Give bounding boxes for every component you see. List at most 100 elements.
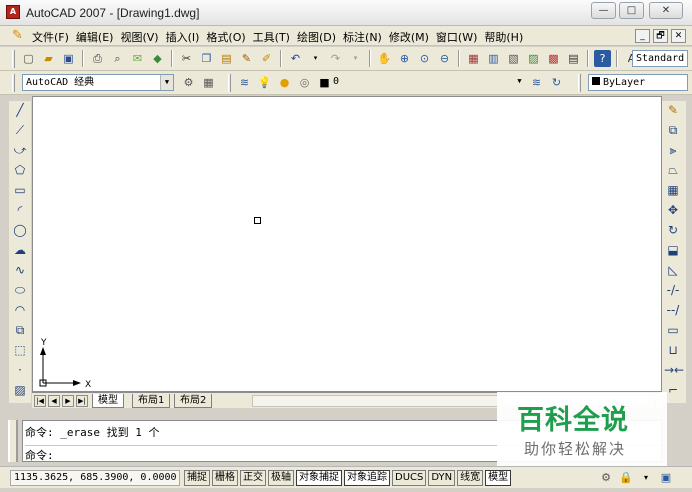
layer-on-icon[interactable]: 💡 — [256, 74, 273, 91]
spline-icon[interactable]: ∿ — [11, 261, 29, 279]
hatch-icon[interactable]: ▨ — [11, 381, 29, 399]
arc-icon[interactable]: ◜ — [11, 201, 29, 219]
make-object-layer-current-icon[interactable]: ≋ — [528, 74, 545, 91]
text-style-select[interactable]: Standard — [632, 50, 688, 67]
clean-screen-icon[interactable]: ▣ — [658, 470, 674, 486]
menu-tools[interactable]: 工具(T) — [253, 29, 297, 45]
break-at-point-icon[interactable]: ▭ — [664, 321, 682, 339]
cut-icon[interactable]: ✂ — [178, 50, 195, 67]
app-logo-icon[interactable]: A — [6, 5, 20, 19]
break-icon[interactable]: ⊔ — [664, 341, 682, 359]
toggle-polar[interactable]: 极轴 — [268, 470, 294, 486]
rotate-icon[interactable]: ↻ — [664, 221, 682, 239]
block-editor-icon[interactable]: ✐ — [258, 50, 275, 67]
help-icon[interactable]: ? — [594, 50, 611, 67]
title-bar[interactable]: A AutoCAD 2007 - [Drawing1.dwg] — □ ✕ — [0, 0, 692, 26]
toggle-model-space[interactable]: 模型 — [485, 470, 512, 486]
menu-view[interactable]: 视图(V) — [120, 29, 165, 45]
properties-icon[interactable]: ▦ — [465, 50, 482, 67]
move-icon[interactable]: ✥ — [664, 201, 682, 219]
revision-cloud-icon[interactable]: ☁ — [11, 241, 29, 259]
pan-icon[interactable]: ✋ — [376, 50, 393, 67]
doc-minimize-button[interactable]: _ — [635, 29, 650, 43]
menu-modify[interactable]: 修改(M) — [389, 29, 436, 45]
chevron-down-icon[interactable]: ▾ — [307, 50, 324, 67]
stretch-icon[interactable]: ◺ — [664, 261, 682, 279]
layer-previous-icon[interactable]: ↻ — [548, 74, 565, 91]
toggle-lineweight[interactable]: 线宽 — [457, 470, 484, 486]
chevron-down-icon[interactable]: ▾ — [638, 470, 654, 486]
toolbar-grip[interactable] — [228, 74, 231, 92]
chevron-down-icon[interactable]: ▼ — [513, 74, 526, 89]
polygon-icon[interactable]: ⬠ — [11, 161, 29, 179]
doc-restore-button[interactable]: 🗗 — [653, 29, 668, 43]
match-properties-icon[interactable]: ✎ — [238, 50, 255, 67]
menu-edit[interactable]: 编辑(E) — [76, 29, 121, 45]
last-tab-button[interactable]: ▶| — [76, 395, 88, 407]
print-preview-icon[interactable]: ⌕ — [109, 50, 126, 67]
toggle-ortho[interactable]: 正交 — [240, 470, 266, 486]
communication-center-icon[interactable]: ⚙ — [598, 470, 614, 486]
open-file-icon[interactable]: ▰ — [40, 50, 57, 67]
construction-line-icon[interactable]: ⟋ — [11, 121, 29, 139]
mirror-icon[interactable]: ⫸ — [664, 141, 682, 159]
sheet-set-icon[interactable]: ▨ — [525, 50, 542, 67]
ellipse-icon[interactable]: ⬭ — [11, 281, 29, 299]
menu-file[interactable]: 文件(F) — [32, 29, 76, 45]
tool-palettes-icon[interactable]: ▧ — [505, 50, 522, 67]
close-button[interactable]: ✕ — [649, 2, 683, 19]
circle-icon[interactable]: ◯ — [11, 221, 29, 239]
menu-insert[interactable]: 插入(I) — [166, 29, 207, 45]
toolbar-grip[interactable] — [578, 74, 581, 92]
chevron-down-icon[interactable]: ▼ — [160, 75, 173, 90]
rectangle-icon[interactable]: ▭ — [11, 181, 29, 199]
maximize-button[interactable]: □ — [619, 2, 644, 19]
doc-close-button[interactable]: ✕ — [671, 29, 686, 43]
offset-icon[interactable]: ⏢ — [664, 161, 682, 179]
workspace-select[interactable]: AutoCAD 经典 ▼ — [22, 74, 174, 91]
line-icon[interactable]: ╱ — [11, 101, 29, 119]
toolbar-grip[interactable] — [12, 74, 15, 92]
toolbar-grip[interactable] — [12, 50, 15, 68]
design-center-icon[interactable]: ▥ — [485, 50, 502, 67]
tab-model[interactable]: 模型 — [92, 394, 124, 408]
join-icon[interactable]: →← — [664, 361, 684, 379]
polyline-icon[interactable]: ⤻ — [11, 141, 29, 159]
scale-icon[interactable]: ⬓ — [664, 241, 682, 259]
undo-icon[interactable]: ↶ — [287, 50, 304, 67]
publish-icon[interactable]: ✉ — [129, 50, 146, 67]
menu-dimension[interactable]: 标注(N) — [343, 29, 389, 45]
menu-draw[interactable]: 绘图(D) — [297, 29, 343, 45]
markup-icon[interactable]: ▩ — [545, 50, 562, 67]
extend-icon[interactable]: --/ — [664, 301, 682, 319]
my-workspace-icon[interactable]: ▦ — [200, 74, 217, 91]
zoom-realtime-icon[interactable]: ⊕ — [396, 50, 413, 67]
minimize-button[interactable]: — — [591, 2, 616, 19]
layer-select[interactable]: 0 ▼ — [330, 74, 526, 91]
redo-icon[interactable]: ↷ — [327, 50, 344, 67]
make-block-icon[interactable]: ⬚ — [11, 341, 29, 359]
toggle-dyn[interactable]: DYN — [428, 470, 456, 486]
drawing-canvas[interactable]: Y X — [32, 96, 662, 392]
3d-dwf-icon[interactable]: ◆ — [149, 50, 166, 67]
next-tab-button[interactable]: ▶ — [62, 395, 74, 407]
array-icon[interactable]: ▦ — [664, 181, 682, 199]
prev-tab-button[interactable]: ◀ — [48, 395, 60, 407]
ellipse-arc-icon[interactable]: ◠ — [11, 301, 29, 319]
menu-help[interactable]: 帮助(H) — [484, 29, 530, 45]
new-file-icon[interactable]: ▢ — [20, 50, 37, 67]
color-select[interactable]: ByLayer — [588, 74, 688, 91]
menu-format[interactable]: 格式(O) — [206, 29, 252, 45]
cursor-coordinates[interactable]: 1135.3625, 685.3900, 0.0000 — [10, 470, 180, 486]
toggle-osnap[interactable]: 对象捕捉 — [296, 470, 342, 486]
first-tab-button[interactable]: |◀ — [34, 395, 46, 407]
tab-layout2[interactable]: 布局2 — [174, 394, 213, 408]
paste-icon[interactable]: ▤ — [218, 50, 235, 67]
toggle-otrack[interactable]: 对象追踪 — [344, 470, 390, 486]
menu-window[interactable]: 窗口(W) — [436, 29, 484, 45]
trim-icon[interactable]: -/- — [664, 281, 682, 299]
toggle-ducs[interactable]: DUCS — [392, 470, 427, 486]
tab-layout1[interactable]: 布局1 — [132, 394, 171, 408]
copy-object-icon[interactable]: ⧉ — [664, 121, 682, 139]
zoom-previous-icon[interactable]: ⊖ — [436, 50, 453, 67]
